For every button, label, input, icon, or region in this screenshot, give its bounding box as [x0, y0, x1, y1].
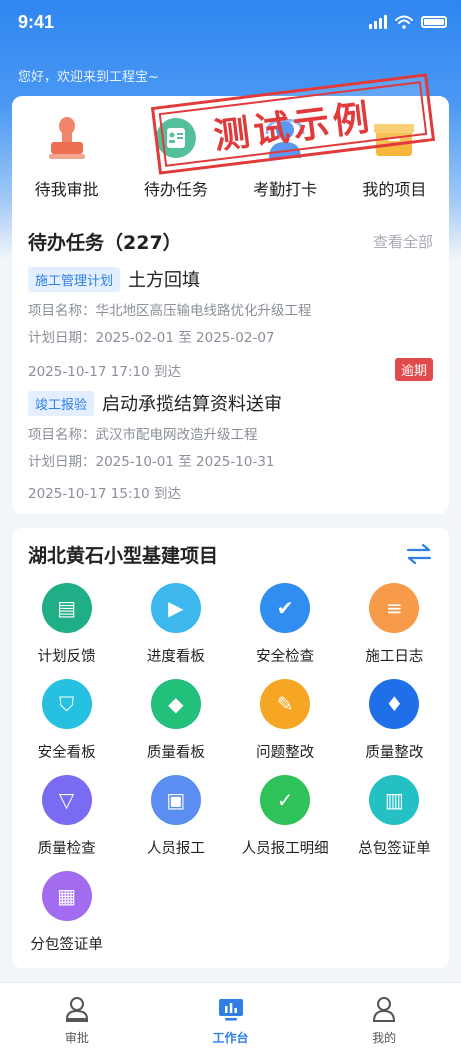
construction-log-icon: ≡ — [369, 583, 420, 633]
module-label: 质量整改 — [365, 745, 424, 761]
issue-fix-icon: ✎ — [260, 679, 311, 729]
quality-board-icon: ◆ — [150, 679, 201, 729]
tab-label: 我的 — [372, 1031, 397, 1045]
icon-glyph: ⛉ — [59, 692, 75, 716]
icon-glyph: ♦ — [385, 692, 404, 716]
profile-icon — [373, 997, 396, 1022]
safety-check-icon: ✔ — [260, 583, 311, 633]
module-construction-log[interactable]: ≡ 施工日志 — [340, 583, 449, 666]
task-tag: 竣工报验 — [28, 390, 95, 416]
project-header: 湖北黄石小型基建项目 — [28, 540, 433, 568]
todo-header: 待办任务（227） 查看全部 — [28, 228, 433, 254]
module-staff-report[interactable]: ▣ 人员报工 — [121, 775, 230, 858]
task-arrival: 2025-10-17 17:10 到达 — [28, 363, 181, 380]
stamp-icon — [43, 114, 91, 162]
greeting-text: 您好，欢迎来到工程宝~ — [18, 70, 159, 85]
icon-glyph: ▤ — [57, 596, 77, 620]
bottom-tab-bar: 审批 工作台 我的 — [0, 982, 461, 1052]
icon-glyph: ▥ — [384, 788, 404, 812]
task-title: 土方回填 — [128, 270, 201, 291]
sub-visa-icon: ▦ — [41, 871, 92, 921]
plan-feedback-icon: ▤ — [41, 583, 92, 633]
icon-glyph: ✎ — [276, 692, 294, 716]
icon-glyph: ◆ — [168, 692, 184, 716]
module-label: 问题整改 — [256, 745, 315, 761]
module-label: 总包签证单 — [358, 841, 431, 857]
stamp-text: 测试示例 — [211, 97, 376, 158]
module-quality-check[interactable]: ▽ 质量检查 — [12, 775, 121, 858]
icon-glyph: ▶ — [168, 596, 184, 620]
tab-workbench[interactable]: 工作台 — [154, 983, 308, 1052]
module-progress-board[interactable]: ▶ 进度看板 — [121, 583, 230, 666]
module-issue-fix[interactable]: ✎ 问题整改 — [231, 679, 340, 762]
overdue-badge: 逾期 — [394, 358, 433, 381]
status-time: 9:41 — [18, 12, 55, 32]
icon-glyph: ▣ — [166, 788, 186, 812]
task-item[interactable]: 施工管理计划 土方回填 项目名称：华北地区高压输电线路优化升级工程 计划日期：2… — [28, 266, 433, 381]
quick-action-label: 待办任务 — [143, 180, 208, 199]
module-label: 安全看板 — [37, 745, 96, 761]
module-label: 施工日志 — [365, 649, 424, 665]
quality-fix-icon: ♦ — [369, 679, 420, 729]
module-safety-board[interactable]: ⛉ 安全看板 — [12, 679, 121, 762]
module-staff-report-detail[interactable]: ✓ 人员报工明细 — [231, 775, 340, 858]
approval-person-icon — [65, 997, 88, 1022]
task-item[interactable]: 竣工报验 启动承揽结算资料送审 项目名称：武汉市配电网改造升级工程 计划日期：2… — [28, 390, 433, 502]
status-icons — [369, 15, 447, 29]
icon-glyph: ▦ — [57, 884, 77, 908]
battery-icon — [421, 16, 447, 28]
icon-glyph: ▽ — [58, 788, 75, 812]
staff-report-icon: ▣ — [150, 775, 201, 825]
module-label: 质量看板 — [146, 745, 205, 761]
task-project: 项目名称：武汉市配电网改造升级工程 — [28, 427, 258, 443]
module-label: 质量检查 — [37, 841, 96, 857]
icon-glyph: ✔ — [276, 596, 294, 620]
general-visa-icon: ▥ — [369, 775, 420, 825]
task-project: 项目名称：华北地区高压输电线路优化升级工程 — [28, 303, 312, 319]
project-title: 湖北黄石小型基建项目 — [28, 544, 219, 567]
quality-check-icon: ▽ — [41, 775, 92, 825]
view-all-link[interactable]: 查看全部 — [373, 231, 433, 252]
signal-icon — [369, 15, 387, 29]
status-bar: 9:41 — [0, 0, 461, 50]
tab-profile[interactable]: 我的 — [307, 983, 461, 1052]
module-plan-feedback[interactable]: ▤ 计划反馈 — [12, 583, 121, 666]
module-sub-visa[interactable]: ▦ 分包签证单 — [12, 871, 121, 954]
tab-label: 审批 — [64, 1031, 89, 1045]
module-label: 计划反馈 — [37, 649, 96, 665]
module-quality-board[interactable]: ◆ 质量看板 — [121, 679, 230, 762]
swap-project-icon[interactable] — [405, 543, 433, 565]
module-label: 安全检查 — [256, 649, 315, 665]
module-label: 人员报工明细 — [241, 841, 329, 857]
tab-approval[interactable]: 审批 — [0, 983, 154, 1052]
tab-label: 工作台 — [212, 1031, 249, 1045]
task-dates: 计划日期：2025-02-01 至 2025-02-07 — [28, 330, 275, 346]
module-quality-fix[interactable]: ♦ 质量整改 — [340, 679, 449, 762]
project-card: 湖北黄石小型基建项目 ▤ 计划反馈 ▶ 进度看板 ✔ 安全检查 ≡ 施工日志 ⛉ 安全看板 ◆ 质量看… — [12, 528, 449, 968]
staff-report-detail-icon: ✓ — [260, 775, 311, 825]
workbench-icon — [218, 999, 243, 1021]
quick-action-label: 待我审批 — [34, 180, 99, 199]
module-label: 进度看板 — [146, 649, 205, 665]
quick-action-label: 考勤打卡 — [253, 180, 318, 199]
module-general-visa[interactable]: ▥ 总包签证单 — [340, 775, 449, 858]
todo-title: 待办任务（227） — [28, 231, 182, 254]
icon-glyph: ≡ — [385, 596, 403, 620]
task-arrival: 2025-10-17 15:10 到达 — [28, 486, 181, 502]
quick-action-label: 我的项目 — [362, 180, 427, 199]
module-label: 人员报工 — [146, 841, 205, 857]
icon-glyph: ✓ — [276, 788, 294, 812]
module-safety-check[interactable]: ✔ 安全检查 — [231, 583, 340, 666]
task-title: 启动承揽结算资料送审 — [102, 394, 283, 415]
task-dates: 计划日期：2025-10-01 至 2025-10-31 — [28, 454, 275, 470]
quick-action-approval[interactable]: 待我审批 — [12, 114, 121, 200]
wifi-icon — [395, 15, 413, 29]
task-tag: 施工管理计划 — [28, 266, 121, 292]
progress-board-icon: ▶ — [150, 583, 201, 633]
safety-board-icon: ⛉ — [41, 679, 92, 729]
module-label: 分包签证单 — [30, 937, 103, 953]
